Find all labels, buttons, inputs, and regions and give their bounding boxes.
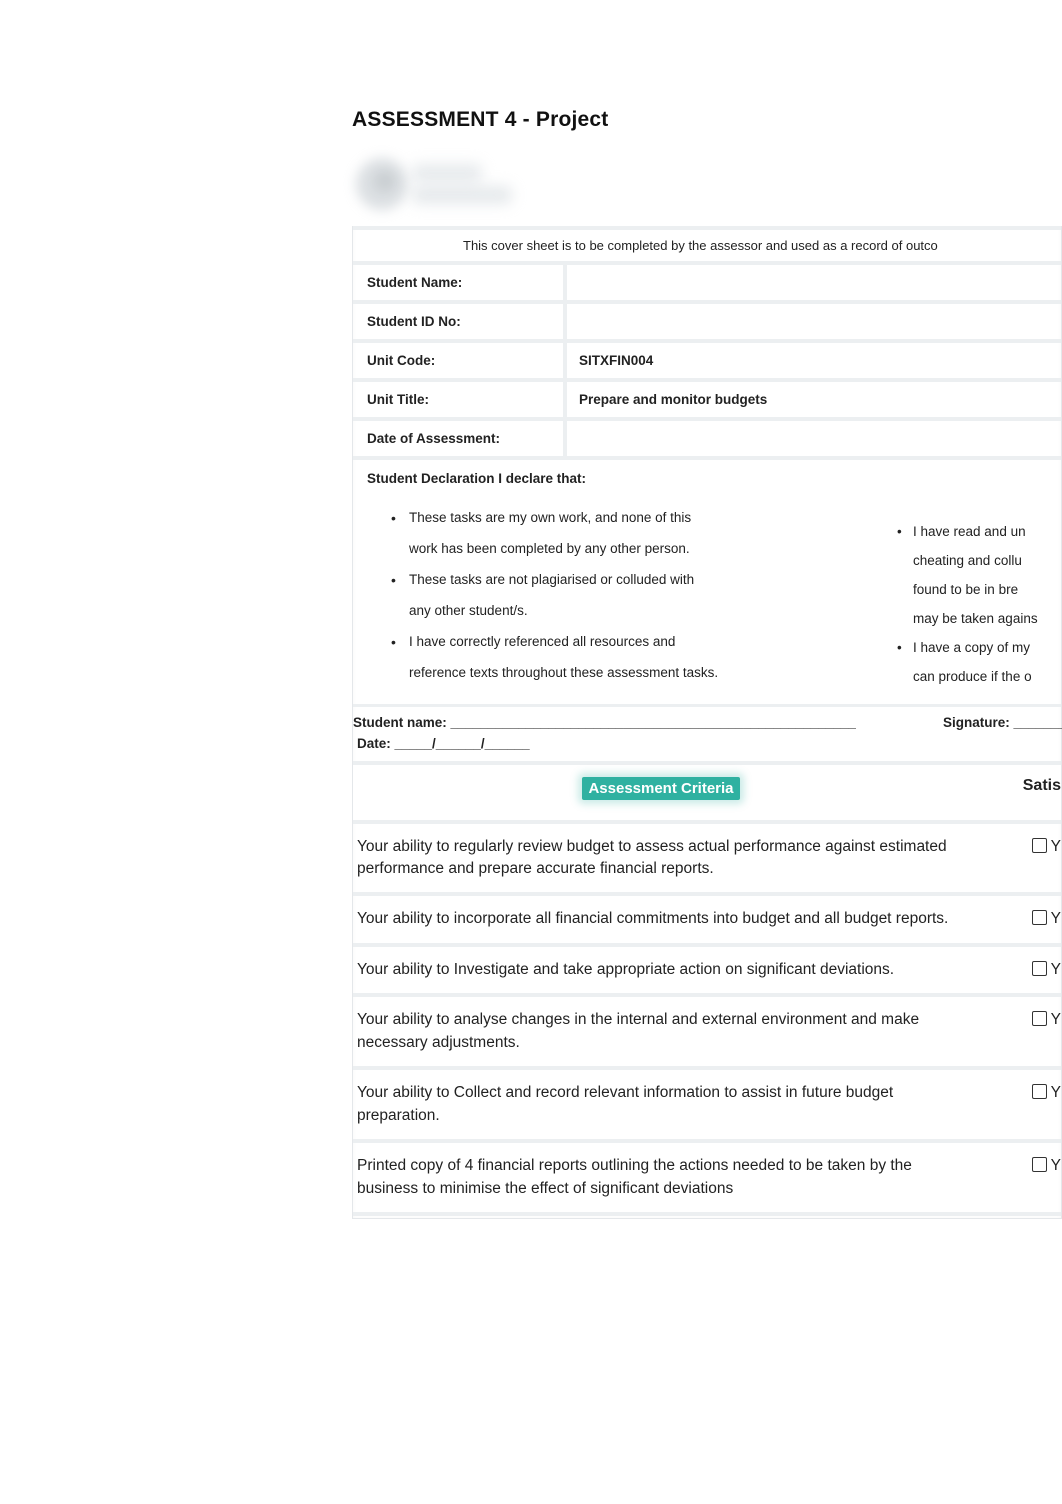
criteria-satisfactory-header: Satis — [969, 765, 1061, 820]
check-label: Y — [1051, 961, 1061, 978]
decl-right-line: can produce if the o — [897, 667, 1047, 688]
decl-right-line: found to be in bre — [897, 580, 1047, 601]
row-student-name: Student Name: — [353, 261, 1061, 300]
row-unit-code: Unit Code: SITXFIN004 — [353, 339, 1061, 378]
decl-text-cont: any other student/s. — [409, 601, 897, 622]
declaration-heading: Student Declaration I declare that: — [367, 471, 586, 486]
criteria-text: Your ability to regularly review budget … — [353, 824, 957, 893]
decl-item: These tasks are my own work, and none of… — [367, 508, 897, 560]
page-title: ASSESSMENT 4 - Project — [352, 108, 1062, 132]
label-unit-code: Unit Code: — [353, 343, 563, 378]
student-name-sign[interactable]: Student name: __________________________… — [353, 715, 943, 730]
decl-right-item: I have read and un — [897, 522, 1047, 543]
criteria-row: Your ability to Investigate and take app… — [353, 943, 1061, 993]
criteria-row: Your ability to incorporate all financia… — [353, 892, 1061, 942]
signature-field[interactable]: Signature: ________________ — [943, 715, 1062, 730]
table-bottom-edge — [353, 1212, 1061, 1218]
criteria-check[interactable]: Y — [957, 947, 1061, 993]
criteria-text: Your ability to analyse changes in the i… — [353, 997, 957, 1066]
checkbox-icon[interactable] — [1032, 961, 1047, 976]
decl-text: These tasks are my own work, and none of… — [409, 510, 691, 525]
criteria-text: Your ability to incorporate all financia… — [353, 896, 957, 942]
criteria-check[interactable]: Y — [957, 1070, 1061, 1139]
row-date-assessment: Date of Assessment: — [353, 417, 1061, 456]
criteria-text: Your ability to Collect and record relev… — [353, 1070, 957, 1139]
checkbox-icon[interactable] — [1032, 1157, 1047, 1172]
cover-note: This cover sheet is to be completed by t… — [353, 226, 1061, 261]
decl-text: I have correctly referenced all resource… — [409, 634, 675, 649]
criteria-row: Your ability to Collect and record relev… — [353, 1066, 1061, 1139]
criteria-text: Printed copy of 4 financial reports outl… — [353, 1143, 957, 1212]
label-date-assessment: Date of Assessment: — [353, 421, 563, 456]
decl-text-cont: reference texts throughout these assessm… — [409, 663, 897, 684]
row-unit-title: Unit Title: Prepare and monitor budgets — [353, 378, 1061, 417]
date-field[interactable]: Date: _____/______/______ — [353, 734, 1061, 761]
cover-sheet: This cover sheet is to be completed by t… — [352, 226, 1062, 1219]
check-label: Y — [1051, 1084, 1061, 1101]
decl-right-line: cheating and collu — [897, 551, 1047, 572]
checkbox-icon[interactable] — [1032, 910, 1047, 925]
decl-text-cont: work has been completed by any other per… — [409, 539, 897, 560]
declaration-left-col: These tasks are my own work, and none of… — [367, 498, 897, 696]
decl-text: These tasks are not plagiarised or collu… — [409, 572, 694, 587]
value-unit-code: SITXFIN004 — [563, 343, 1061, 378]
decl-right-line: may be taken agains — [897, 609, 1047, 630]
criteria-check[interactable]: Y — [957, 997, 1061, 1066]
checkbox-icon[interactable] — [1032, 1084, 1047, 1099]
criteria-title: Assessment Criteria — [582, 777, 739, 800]
criteria-check[interactable]: Y — [957, 896, 1061, 942]
label-student-id: Student ID No: — [353, 304, 563, 339]
criteria-row: Your ability to regularly review budget … — [353, 820, 1061, 893]
label-unit-title: Unit Title: — [353, 382, 563, 417]
criteria-row: Printed copy of 4 financial reports outl… — [353, 1139, 1061, 1212]
declaration-body: These tasks are my own work, and none of… — [353, 492, 1061, 704]
decl-right-item: I have a copy of my — [897, 638, 1047, 659]
checkbox-icon[interactable] — [1032, 1011, 1047, 1026]
criteria-text: Your ability to Investigate and take app… — [353, 947, 957, 993]
decl-item: I have correctly referenced all resource… — [367, 632, 897, 684]
check-label: Y — [1051, 838, 1061, 855]
check-label: Y — [1051, 910, 1061, 927]
value-unit-title: Prepare and monitor budgets — [563, 382, 1061, 417]
criteria-row: Your ability to analyse changes in the i… — [353, 993, 1061, 1066]
check-label: Y — [1051, 1011, 1061, 1028]
assessment-page: ASSESSMENT 4 - Project This cover sheet … — [352, 108, 1062, 1219]
checkbox-icon[interactable] — [1032, 838, 1047, 853]
decl-item: These tasks are not plagiarised or collu… — [367, 570, 897, 622]
signature-row: Student name: __________________________… — [353, 704, 1061, 734]
row-student-id: Student ID No: — [353, 300, 1061, 339]
criteria-header: Assessment Criteria Satis — [353, 761, 1061, 820]
label-student-name: Student Name: — [353, 265, 563, 300]
criteria-check[interactable]: Y — [957, 1143, 1061, 1212]
value-student-id[interactable] — [563, 304, 1061, 339]
criteria-check[interactable]: Y — [957, 824, 1061, 893]
declaration-heading-row: Student Declaration I declare that: — [353, 456, 1061, 492]
check-label: Y — [1051, 1157, 1061, 1174]
declaration-right-col: I have read and un cheating and collu fo… — [897, 498, 1047, 696]
value-student-name[interactable] — [563, 265, 1061, 300]
logo-image — [352, 150, 522, 220]
value-date-assessment[interactable] — [563, 421, 1061, 456]
